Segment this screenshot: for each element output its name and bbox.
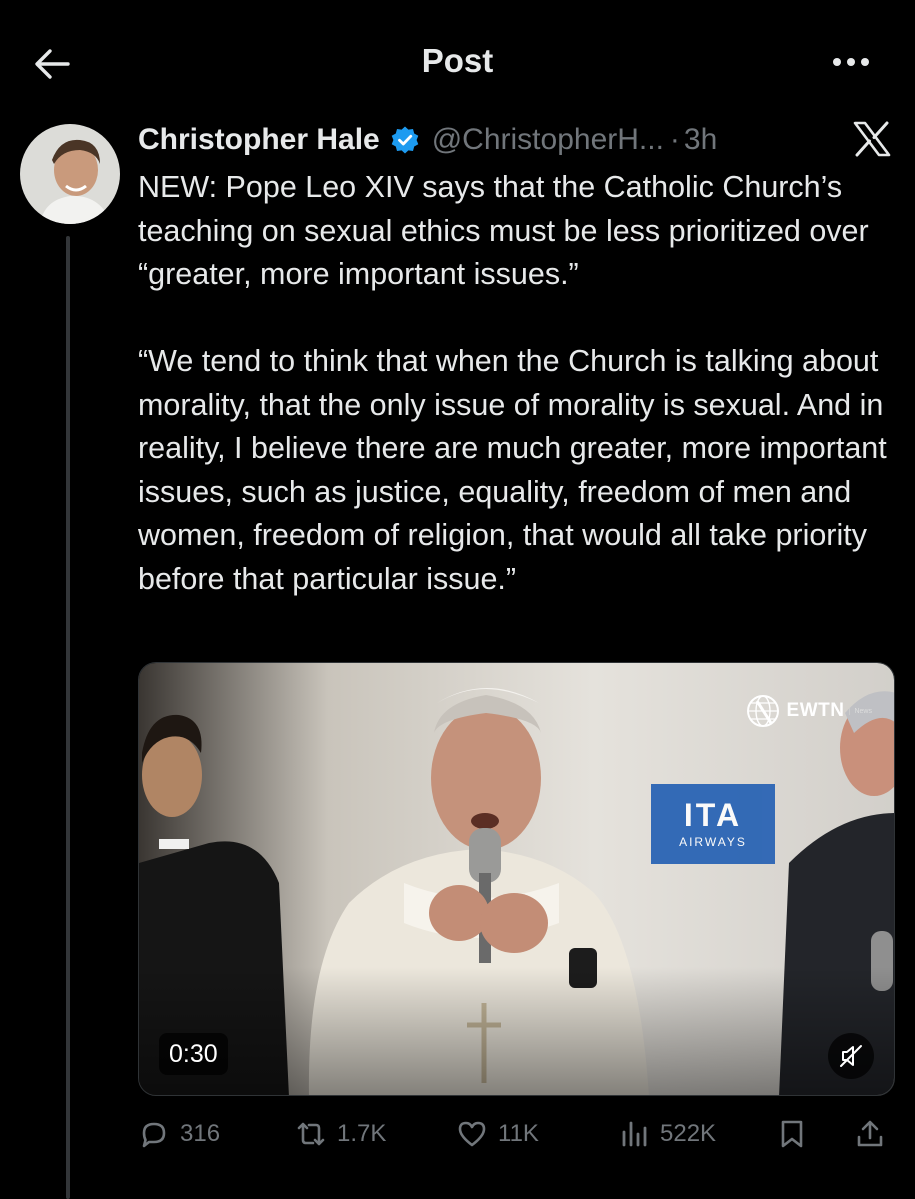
like-count: 11K	[498, 1120, 539, 1147]
action-bar: 316 1.7K 11K 522K	[138, 1112, 895, 1156]
more-button[interactable]	[829, 50, 873, 74]
x-logo-icon	[853, 121, 891, 157]
bookmark-button[interactable]	[776, 1112, 808, 1156]
page-title: Post	[421, 42, 494, 79]
reply-bubble-icon	[142, 1122, 166, 1148]
ewtn-news-label: News	[849, 707, 872, 715]
post-text: NEW: Pope Leo XIV says that the Catholic…	[138, 170, 887, 596]
repost-icon	[297, 1122, 325, 1146]
avatar-image	[20, 124, 120, 224]
ewtn-label: EWTN	[786, 700, 845, 721]
views-count: 522K	[660, 1120, 717, 1147]
author-name[interactable]: Christopher Hale	[138, 123, 380, 157]
heart-icon	[458, 1121, 486, 1147]
share-icon	[857, 1120, 883, 1147]
mute-button[interactable]	[828, 1033, 874, 1079]
reply-button[interactable]: 316	[138, 1112, 220, 1156]
share-button[interactable]	[854, 1112, 886, 1156]
ewtn-watermark: EWTN News	[745, 693, 872, 729]
avatar[interactable]	[20, 124, 120, 224]
views-button[interactable]: 522K	[618, 1112, 716, 1156]
top-bar: Post	[0, 0, 915, 120]
more-horizontal-icon	[833, 58, 869, 66]
thread-line	[66, 236, 70, 1199]
bar-chart-icon	[622, 1121, 647, 1147]
ita-airways-banner: ITA AIRWAYS	[651, 784, 775, 864]
ewtn-globe-icon	[746, 695, 779, 727]
verified-badge-icon	[391, 126, 419, 154]
video-duration: 0:30	[159, 1033, 228, 1075]
like-button[interactable]: 11K	[456, 1112, 539, 1156]
repost-count: 1.7K	[337, 1120, 387, 1147]
ita-logo: ITA	[683, 797, 743, 833]
muted-speaker-icon	[840, 1045, 862, 1067]
ita-subtitle: AIRWAYS	[679, 835, 747, 849]
separator-dot: ·	[669, 123, 680, 156]
reply-count: 316	[180, 1120, 221, 1147]
author-handle[interactable]: @ChristopherH...	[432, 123, 664, 157]
video-player[interactable]: ITA AIRWAYS EWTN News 0:30	[138, 662, 895, 1096]
repost-button[interactable]: 1.7K	[295, 1112, 386, 1156]
post-time[interactable]: 3h	[684, 123, 717, 157]
post-header: Christopher Hale @ChristopherH... · 3h	[138, 118, 717, 162]
bookmark-icon	[781, 1120, 803, 1148]
